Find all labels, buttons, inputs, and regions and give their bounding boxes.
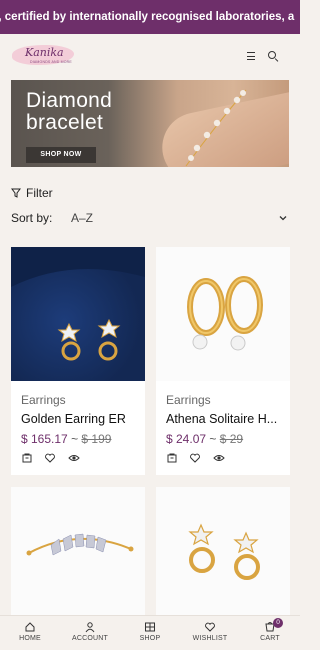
product-image[interactable] bbox=[11, 487, 145, 621]
heart-icon[interactable] bbox=[44, 452, 56, 464]
nav-home-label: HOME bbox=[19, 635, 41, 642]
brand-logo[interactable]: Kanika DIAMONDS AND MORE bbox=[12, 42, 78, 70]
product-image[interactable] bbox=[156, 247, 290, 381]
nav-account-label: ACCOUNT bbox=[71, 635, 108, 642]
banner-title-line2: bracelet bbox=[26, 111, 104, 134]
site-header: Kanika DIAMONDS AND MORE bbox=[0, 34, 300, 78]
product-price: $ 24.07 ~ $ 29 bbox=[166, 432, 243, 446]
product-image[interactable] bbox=[156, 487, 290, 621]
banner-title: Diamond bracelet bbox=[26, 90, 112, 134]
product-image[interactable] bbox=[11, 247, 145, 381]
sort-select[interactable]: A–Z bbox=[71, 211, 93, 225]
eye-icon[interactable] bbox=[68, 452, 80, 464]
filter-label: Filter bbox=[26, 186, 53, 200]
eye-icon[interactable] bbox=[213, 452, 225, 464]
product-category: Earrings bbox=[21, 393, 66, 407]
nav-shop[interactable]: SHOP bbox=[120, 621, 180, 642]
logo-wordmark: Kanika bbox=[25, 46, 64, 59]
nav-wishlist-label: WISHLIST bbox=[192, 635, 228, 642]
product-card[interactable] bbox=[11, 487, 145, 621]
cart-count-badge: 0 bbox=[273, 618, 283, 628]
product-actions bbox=[21, 452, 87, 464]
current-price: $ 24.07 bbox=[166, 432, 207, 446]
heart-icon bbox=[205, 622, 215, 632]
old-price: $ 199 bbox=[81, 432, 112, 446]
product-name[interactable]: Athena Solitaire H... bbox=[166, 412, 286, 426]
cart-add-icon[interactable] bbox=[166, 452, 178, 464]
nav-account[interactable]: ACCOUNT bbox=[60, 621, 120, 642]
product-price: $ 165.17 ~ $ 199 bbox=[21, 432, 111, 446]
shop-icon bbox=[145, 622, 155, 632]
banner-title-line1: Diamond bbox=[26, 89, 113, 112]
filter-icon bbox=[11, 188, 21, 198]
logo-tagline: DIAMONDS AND MORE bbox=[30, 60, 72, 64]
search-icon[interactable] bbox=[265, 48, 281, 64]
product-category: Earrings bbox=[166, 393, 211, 407]
heart-icon[interactable] bbox=[189, 452, 201, 464]
bottom-navigation: HOME ACCOUNT SHOP WISHLIST 0 CART bbox=[0, 615, 300, 650]
nav-cart[interactable]: 0 CART bbox=[240, 618, 300, 642]
sort-label: Sort by: bbox=[11, 211, 53, 225]
product-name[interactable]: Golden Earring ER bbox=[21, 412, 141, 426]
price-separator: ~ bbox=[209, 432, 217, 446]
old-price: $ 29 bbox=[219, 432, 244, 446]
filter-button[interactable]: Filter bbox=[11, 186, 53, 200]
product-actions bbox=[166, 452, 232, 464]
current-price: $ 165.17 bbox=[21, 432, 68, 446]
cart-add-icon[interactable] bbox=[21, 452, 33, 464]
hero-banner[interactable]: Diamond bracelet SHOP NOW bbox=[11, 80, 289, 167]
product-card[interactable]: Earrings Athena Solitaire H... $ 24.07 ~… bbox=[156, 247, 290, 475]
shop-now-button[interactable]: SHOP NOW bbox=[26, 147, 96, 163]
chevron-down-icon[interactable] bbox=[277, 212, 289, 224]
nav-home[interactable]: HOME bbox=[0, 621, 60, 642]
nav-cart-label: CART bbox=[260, 635, 280, 642]
product-card[interactable]: Earrings Golden Earring ER $ 165.17 ~ $ … bbox=[11, 247, 145, 475]
product-card[interactable] bbox=[156, 487, 290, 621]
home-icon bbox=[25, 622, 35, 632]
menu-icon[interactable] bbox=[243, 48, 259, 64]
nav-shop-label: SHOP bbox=[139, 635, 161, 642]
announcement-bar: s, certified by internationally recognis… bbox=[0, 0, 300, 34]
user-icon bbox=[85, 622, 95, 633]
announcement-text: s, certified by internationally recognis… bbox=[0, 11, 295, 23]
nav-wishlist[interactable]: WISHLIST bbox=[180, 621, 240, 642]
price-separator: ~ bbox=[71, 432, 79, 446]
